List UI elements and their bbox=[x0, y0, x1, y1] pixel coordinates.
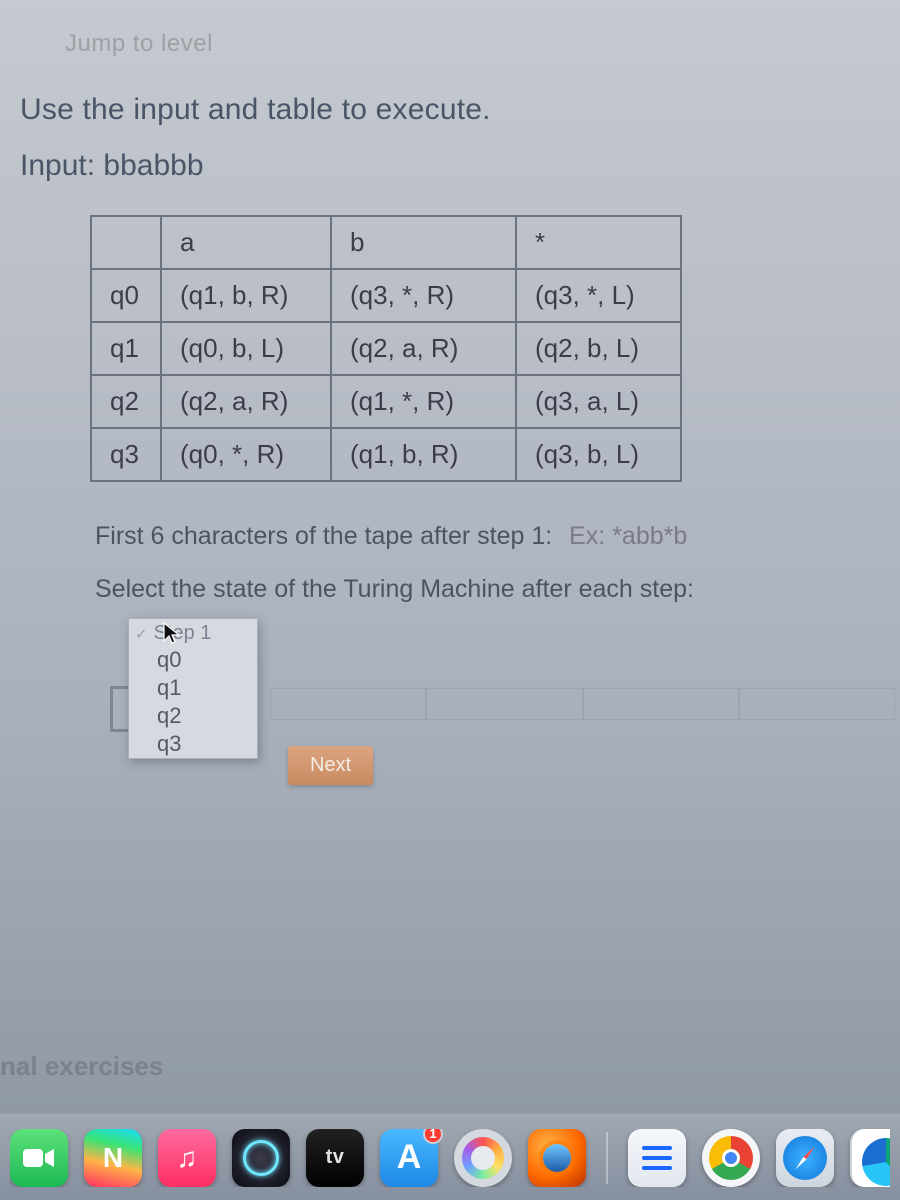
step-label: 2 bbox=[500, 694, 509, 714]
step-cell[interactable] bbox=[270, 688, 426, 720]
appstore-icon[interactable]: A 1 bbox=[380, 1129, 438, 1187]
dropdown-header: Step 1 bbox=[129, 619, 257, 646]
table-row-state: q0 bbox=[91, 269, 161, 322]
table-row-state: q2 bbox=[91, 375, 161, 428]
input-line: Input: bbabbb bbox=[20, 149, 875, 183]
step-row: 2 3 4 bbox=[270, 688, 895, 720]
step-label: 4 bbox=[812, 694, 821, 714]
table-cell: (q0, *, R) bbox=[161, 428, 331, 481]
transition-table: a b * q0 (q1, b, R) (q3, *, R) (q3, *, L… bbox=[90, 215, 682, 482]
appletv-icon[interactable]: tv bbox=[306, 1129, 364, 1187]
step-cell[interactable]: 2 bbox=[426, 688, 582, 720]
table-header: * bbox=[516, 216, 681, 269]
facetime-icon[interactable] bbox=[10, 1129, 68, 1187]
footer-cropped-text: nal exercises bbox=[0, 1051, 163, 1082]
safari-icon[interactable] bbox=[776, 1129, 834, 1187]
tape-prompt-text: First 6 characters of the tape after ste… bbox=[95, 522, 552, 550]
dropdown-item-q2[interactable]: q2 bbox=[129, 702, 257, 730]
table-cell: (q3, *, R) bbox=[331, 269, 516, 322]
dock-app-n-icon[interactable]: N bbox=[84, 1129, 142, 1187]
table-row-state: q1 bbox=[91, 322, 161, 375]
table-row: q0 (q1, b, R) (q3, *, R) (q3, *, L) bbox=[91, 269, 681, 322]
table-header-row: a b * bbox=[91, 216, 681, 269]
table-row: q1 (q0, b, L) (q2, a, R) (q2, b, L) bbox=[91, 322, 681, 375]
music-label: ♫ bbox=[177, 1142, 198, 1174]
chrome-icon[interactable] bbox=[702, 1129, 760, 1187]
table-corner bbox=[91, 216, 161, 269]
instruction-text: Use the input and table to execute. bbox=[20, 93, 875, 127]
dock-separator bbox=[606, 1132, 608, 1184]
step-cell[interactable]: 4 bbox=[739, 688, 895, 720]
table-row: q2 (q2, a, R) (q1, *, R) (q3, a, L) bbox=[91, 375, 681, 428]
table-cell: (q0, b, L) bbox=[161, 322, 331, 375]
state-prompt: Select the state of the Turing Machine a… bbox=[95, 575, 875, 604]
state-dropdown[interactable]: Step 1 q0 q1 q2 q3 bbox=[128, 618, 258, 759]
tape-prompt: First 6 characters of the tape after ste… bbox=[95, 522, 875, 551]
firefox-icon[interactable] bbox=[528, 1129, 586, 1187]
dropdown-item-q1[interactable]: q1 bbox=[129, 674, 257, 702]
dropdown-item-q0[interactable]: q0 bbox=[129, 646, 257, 674]
siri-icon[interactable] bbox=[232, 1129, 290, 1187]
tape-prompt-example: Ex: *abb*b bbox=[569, 522, 687, 550]
table-cell: (q2, a, R) bbox=[161, 375, 331, 428]
table-row: q3 (q0, *, R) (q1, b, R) (q3, b, L) bbox=[91, 428, 681, 481]
table-header: a bbox=[161, 216, 331, 269]
table-cell: (q1, *, R) bbox=[331, 375, 516, 428]
top-cropped-text: Jump to level bbox=[65, 30, 875, 58]
next-button[interactable]: Next bbox=[288, 746, 373, 785]
table-cell: (q3, *, L) bbox=[516, 269, 681, 322]
step-cell[interactable]: 3 bbox=[583, 688, 739, 720]
music-icon[interactable]: ♫ bbox=[158, 1129, 216, 1187]
table-cell: (q3, a, L) bbox=[516, 375, 681, 428]
tv-label: tv bbox=[326, 1146, 345, 1169]
badge: 1 bbox=[423, 1129, 443, 1144]
table-cell: (q2, a, R) bbox=[331, 322, 516, 375]
n-label: N bbox=[103, 1142, 123, 1174]
table-cell: (q3, b, L) bbox=[516, 428, 681, 481]
step-label: 3 bbox=[656, 694, 665, 714]
state-select-area: 2 3 4 Step 1 q0 q1 q2 q3 Next bbox=[120, 618, 875, 808]
cursor-icon bbox=[162, 621, 182, 645]
table-row-state: q3 bbox=[91, 428, 161, 481]
hamburger-app-icon[interactable] bbox=[628, 1129, 686, 1187]
appstore-label: A bbox=[397, 1138, 422, 1177]
dropdown-item-q3[interactable]: q3 bbox=[129, 730, 257, 758]
colorwheel-icon[interactable] bbox=[454, 1129, 512, 1187]
macos-dock: N ♫ tv A 1 bbox=[0, 1114, 900, 1200]
table-cell: (q1, b, R) bbox=[161, 269, 331, 322]
table-cell: (q1, b, R) bbox=[331, 428, 516, 481]
table-header: b bbox=[331, 216, 516, 269]
edge-icon[interactable] bbox=[850, 1129, 890, 1187]
table-cell: (q2, b, L) bbox=[516, 322, 681, 375]
